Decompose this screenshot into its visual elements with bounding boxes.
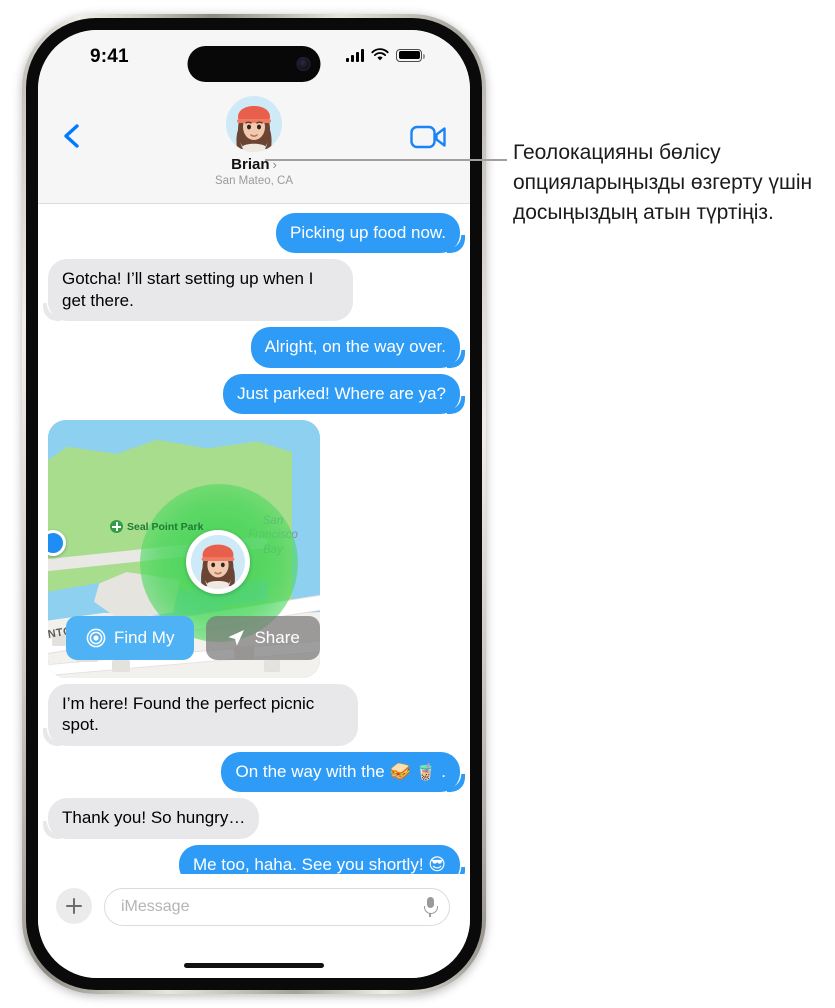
conversation-nav-bar: Brian › San Mateo, CA bbox=[38, 88, 470, 204]
memoji-avatar bbox=[191, 535, 245, 590]
map-action-buttons: Find My Share bbox=[66, 616, 320, 661]
front-camera-icon bbox=[296, 57, 311, 71]
imessage-placeholder: iMessage bbox=[121, 898, 190, 915]
message-bubble-outgoing[interactable]: Alright, on the way over. bbox=[250, 327, 460, 368]
park-marker-icon bbox=[110, 520, 123, 534]
plus-attachment-icon[interactable] bbox=[56, 888, 92, 924]
message-row: On the way with the 🥪 🧋 . bbox=[48, 751, 460, 793]
message-row: Picking up food now. bbox=[48, 213, 460, 254]
map-building bbox=[112, 660, 130, 673]
memoji-location-pin[interactable] bbox=[186, 530, 250, 595]
message-row: I’m here! Found the perfect picnic spot. bbox=[48, 684, 460, 746]
message-bubble-outgoing[interactable]: On the way with the 🥪 🧋 . bbox=[221, 751, 460, 793]
contact-header[interactable]: Brian › San Mateo, CA bbox=[144, 96, 364, 187]
findmy-radar-icon bbox=[86, 628, 106, 648]
home-indicator[interactable] bbox=[184, 963, 324, 968]
map-park-poi: Seal Point Park bbox=[110, 520, 204, 534]
find-my-label: Find My bbox=[114, 628, 175, 648]
screenshot-stage: 9:41 Brian › San Mateo, CA Picking up fo… bbox=[0, 0, 835, 1008]
wifi-icon bbox=[371, 48, 389, 61]
map-park-label: Seal Point Park bbox=[127, 520, 204, 533]
message-row: Just parked! Where are ya? bbox=[48, 373, 460, 415]
microphone-icon[interactable] bbox=[423, 897, 438, 917]
find-my-button[interactable]: Find My bbox=[66, 616, 195, 661]
message-bubble-incoming[interactable]: Gotcha! I’ll start setting up when I get… bbox=[48, 259, 353, 322]
message-thread[interactable]: Picking up food now. Gotcha! I’ll start … bbox=[38, 205, 470, 874]
message-row: INTON DR SanFranciscoBay Seal Point Park bbox=[48, 420, 460, 679]
shared-location-map-card[interactable]: INTON DR SanFranciscoBay Seal Point Park bbox=[48, 420, 320, 679]
map-building bbox=[264, 660, 280, 673]
share-button[interactable]: Share bbox=[206, 616, 320, 661]
phone-screen: 9:41 Brian › San Mateo, CA Picking up fo… bbox=[38, 30, 470, 978]
battery-full-icon bbox=[396, 48, 425, 62]
message-bubble-outgoing[interactable]: Picking up food now. bbox=[276, 213, 460, 254]
back-chevron-icon[interactable] bbox=[58, 122, 86, 150]
message-bubble-incoming[interactable]: I’m here! Found the perfect picnic spot. bbox=[48, 684, 358, 746]
memoji-avatar[interactable] bbox=[226, 96, 282, 152]
cellular-bars-icon bbox=[346, 48, 364, 62]
status-bar: 9:41 bbox=[38, 30, 470, 88]
message-row: Alright, on the way over. bbox=[48, 327, 460, 368]
imessage-input[interactable]: iMessage bbox=[104, 888, 450, 926]
message-bubble-outgoing[interactable]: Just parked! Where are ya? bbox=[223, 373, 460, 415]
phone-bezel: 9:41 Brian › San Mateo, CA Picking up fo… bbox=[26, 18, 482, 990]
share-arrow-icon bbox=[228, 630, 245, 646]
facetime-video-icon[interactable] bbox=[410, 124, 448, 150]
message-bubble-incoming[interactable]: Thank you! So hungry… bbox=[48, 798, 260, 839]
message-row: Gotcha! I’ll start setting up when I get… bbox=[48, 259, 460, 322]
share-label: Share bbox=[254, 628, 300, 648]
status-bar-indicators bbox=[346, 48, 425, 62]
dynamic-island bbox=[187, 46, 321, 82]
message-row: Thank you! So hungry… bbox=[48, 798, 460, 839]
callout-leader-line bbox=[265, 159, 507, 161]
callout-text: Геолокацияны бөлісу опцияларыңызды өзгер… bbox=[513, 141, 813, 225]
contact-name-label: Brian bbox=[231, 156, 270, 173]
status-bar-clock: 9:41 bbox=[90, 46, 129, 67]
phone-device-frame: 9:41 Brian › San Mateo, CA Picking up fo… bbox=[22, 14, 486, 994]
message-bubble-outgoing[interactable]: Me too, haha. See you shortly! 😎 bbox=[178, 844, 460, 874]
contact-location: San Mateo, CA bbox=[215, 175, 293, 187]
message-row: Me too, haha. See you shortly! 😎 bbox=[48, 844, 460, 874]
